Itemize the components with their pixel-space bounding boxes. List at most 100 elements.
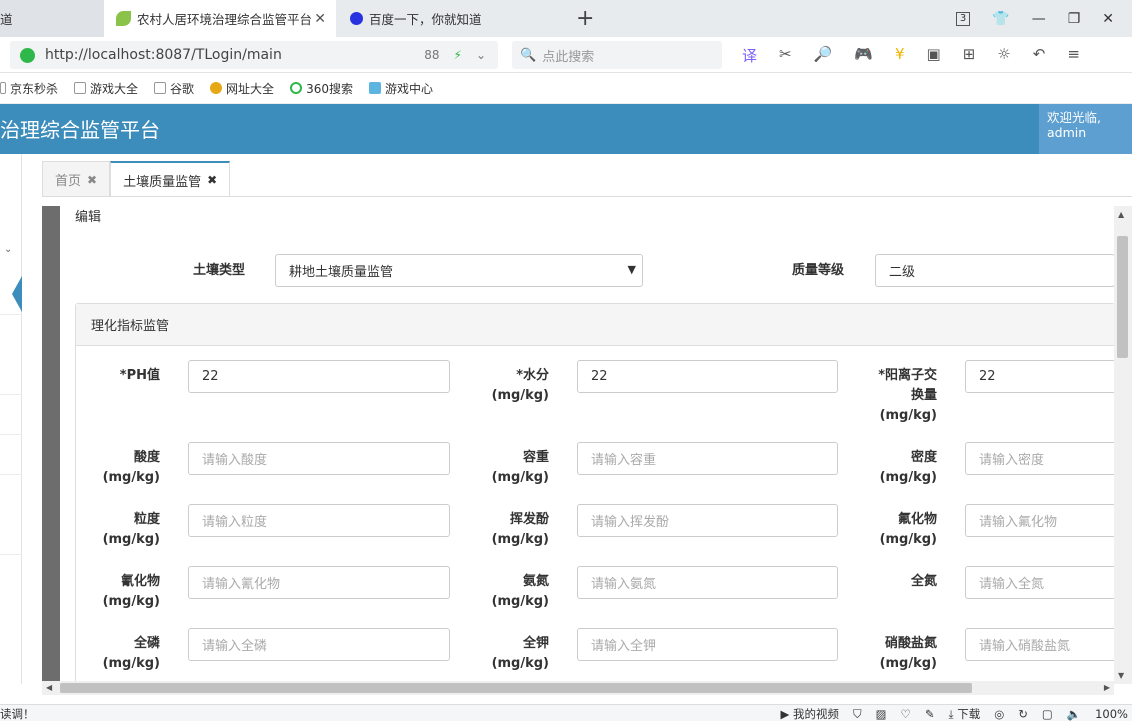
horizontal-scrollbar[interactable]: ◀ ▶ [42,681,1114,695]
bookmark-label: 游戏大全 [90,81,139,96]
divider [0,394,22,395]
indicator-input[interactable]: 请输入挥发酚 [577,504,838,537]
scissors-icon[interactable]: ✂ [779,45,792,66]
scroll-down-icon[interactable]: ▼ [1118,671,1124,680]
new-tab-button[interactable]: + [576,6,594,31]
indicator-input[interactable]: 22 [965,360,1114,393]
bookmark-item[interactable]: 游戏中心 [368,80,433,97]
indicator-input[interactable]: 请输入粒度 [188,504,450,537]
bookmark-item[interactable]: 360搜索 [290,80,353,97]
panel-left-bar [42,206,60,684]
baidu-paw-icon [350,12,363,25]
chevron-down-icon[interactable]: ⌄ [4,244,12,255]
bookmark-label: 360搜索 [306,81,353,96]
field-label: 氰化物 (mg/kg) [75,572,160,612]
bookmark-item[interactable]: 网址大全 [210,80,274,97]
browser-tab-1[interactable]: 道 [0,0,104,37]
grid-icon[interactable]: 88 [424,48,439,62]
section-title: 理化指标监管 [76,304,1114,346]
chevron-down-icon[interactable]: ⌄ [476,48,486,62]
sound-icon[interactable]: 🔈 [1067,707,1081,721]
field-label: 氨氮 (mg/kg) [464,572,549,612]
scroll-right-icon[interactable]: ▶ [1104,681,1110,695]
indicator-input[interactable]: 请输入硝酸盐氮 [965,628,1114,661]
edit-panel: 编辑 土壤类型 耕地土壤质量监管 ▼ 质量等级 二级 理化指标监管 *PH值 22… [60,206,1114,684]
indicator-input[interactable]: 请输入酸度 [188,442,450,475]
user-menu[interactable]: 欢迎光临, admin [1039,104,1132,154]
field-label-line: 容重 [522,450,549,465]
field-label: *水分 (mg/kg) [464,366,549,406]
brightness-icon[interactable]: ☼ [997,45,1010,66]
undo-icon[interactable]: ↶ [1033,45,1046,66]
search-input[interactable]: 🔍 点此搜索 [512,41,722,69]
minimize-icon[interactable]: — [1032,11,1046,27]
close-tab-icon[interactable]: ✕ [314,11,326,27]
field-label: 全氮 [852,572,937,592]
browser-tab-3[interactable]: 百度一下，你就知道 [340,0,566,37]
shirt-icon[interactable]: 👕 [992,11,1009,27]
indicator-input[interactable]: 请输入全磷 [188,628,450,661]
translate-icon[interactable]: 译 [742,45,757,66]
scroll-up-icon[interactable]: ▲ [1118,210,1124,219]
menu-icon[interactable]: ≡ [1067,45,1080,66]
refresh-icon[interactable]: ↻ [1018,707,1028,721]
welcome-text: 欢迎光临, [1047,110,1101,125]
soil-type-select[interactable]: 耕地土壤质量监管 ▼ [275,254,643,287]
download-button[interactable]: ⤓ 下载 [948,706,980,722]
active-menu-marker [12,276,22,312]
indicator-input[interactable]: 22 [577,360,838,393]
browser-tab-label: 道 [0,12,13,27]
indicator-input[interactable]: 请输入全氮 [965,566,1114,599]
browser-tab-2[interactable]: 农村人居环境治理综合监管平台 ✕ [104,0,336,37]
status-bar: 读调！ ▶ 我的视频 ⛉ ▨ ♡ ✎ ⤓ 下载 ◎ ↻ ▢ 🔈 100% [0,704,1132,721]
field-label-line: (mg/kg) [491,532,549,547]
grade-value: 二级 [889,265,916,280]
gamepad-icon[interactable]: 🎮 [854,45,873,66]
indicator-input[interactable]: 请输入氨氮 [577,566,838,599]
wallet-icon[interactable]: ▣ [927,45,941,66]
image-icon[interactable]: ▨ [876,707,887,721]
vertical-scrollbar[interactable]: ▲ ▼ [1114,206,1132,684]
heart-icon[interactable]: ♡ [901,707,911,721]
scroll-thumb[interactable] [60,683,972,693]
field-label-line: 氨氮 [522,574,549,589]
video-button[interactable]: ▶ 我的视频 [781,706,840,722]
shield-status-icon[interactable]: ⛉ [853,707,862,722]
address-bar[interactable]: http://localhost:8087/TLogin/main 88 ⚡ ⌄ [10,41,498,69]
tab-count-badge[interactable]: 3 [955,11,971,26]
ie-icon[interactable]: ◎ [994,707,1004,721]
indicator-input[interactable]: 请输入氟化物 [965,504,1114,537]
indicator-input[interactable]: 请输入容重 [577,442,838,475]
magnifier-icon[interactable]: 🔎 [814,45,833,66]
restore-icon[interactable]: ❐ [1068,11,1081,27]
field-label-line: 挥发酚 [509,512,549,527]
tab-home[interactable]: 首页 ✖ [42,161,111,197]
zoom-level[interactable]: 100% [1095,707,1128,721]
indicator-input[interactable]: 22 [188,360,450,393]
bookmark-item[interactable]: 京东秒杀 [0,80,58,97]
close-icon[interactable]: ✖ [207,173,217,187]
tools-icon[interactable]: ✎ [925,707,935,721]
field-label: 挥发酚 (mg/kg) [464,510,549,550]
search-icon: 🔍 [520,47,537,63]
apps-grid-icon[interactable]: ⊞ [963,45,976,66]
window-controls: 3 👕 — ❐ ✕ [955,0,1132,37]
scroll-left-icon[interactable]: ◀ [46,681,52,695]
bookmark-label: 谷歌 [170,81,195,96]
bookmark-item[interactable]: 谷歌 [154,80,194,97]
indicator-input[interactable]: 请输入密度 [965,442,1114,475]
indicator-input[interactable]: 请输入全钾 [577,628,838,661]
window-icon[interactable]: ▢ [1042,707,1053,721]
indicator-input[interactable]: 请输入氰化物 [188,566,450,599]
close-window-icon[interactable]: ✕ [1102,11,1114,27]
scroll-thumb[interactable] [1117,236,1128,358]
grade-field[interactable]: 二级 [875,254,1114,287]
coin-icon[interactable]: ¥ [895,45,905,66]
field-label: 酸度 (mg/kg) [75,448,160,488]
lightning-icon[interactable]: ⚡ [454,48,462,62]
bookmark-item[interactable]: 游戏大全 [74,80,138,97]
tab-label: 土壤质量监管 [123,174,202,190]
play-icon: ▶ [780,707,790,721]
close-icon[interactable]: ✖ [87,173,97,187]
tab-soil-quality[interactable]: 土壤质量监管 ✖ [110,161,231,197]
